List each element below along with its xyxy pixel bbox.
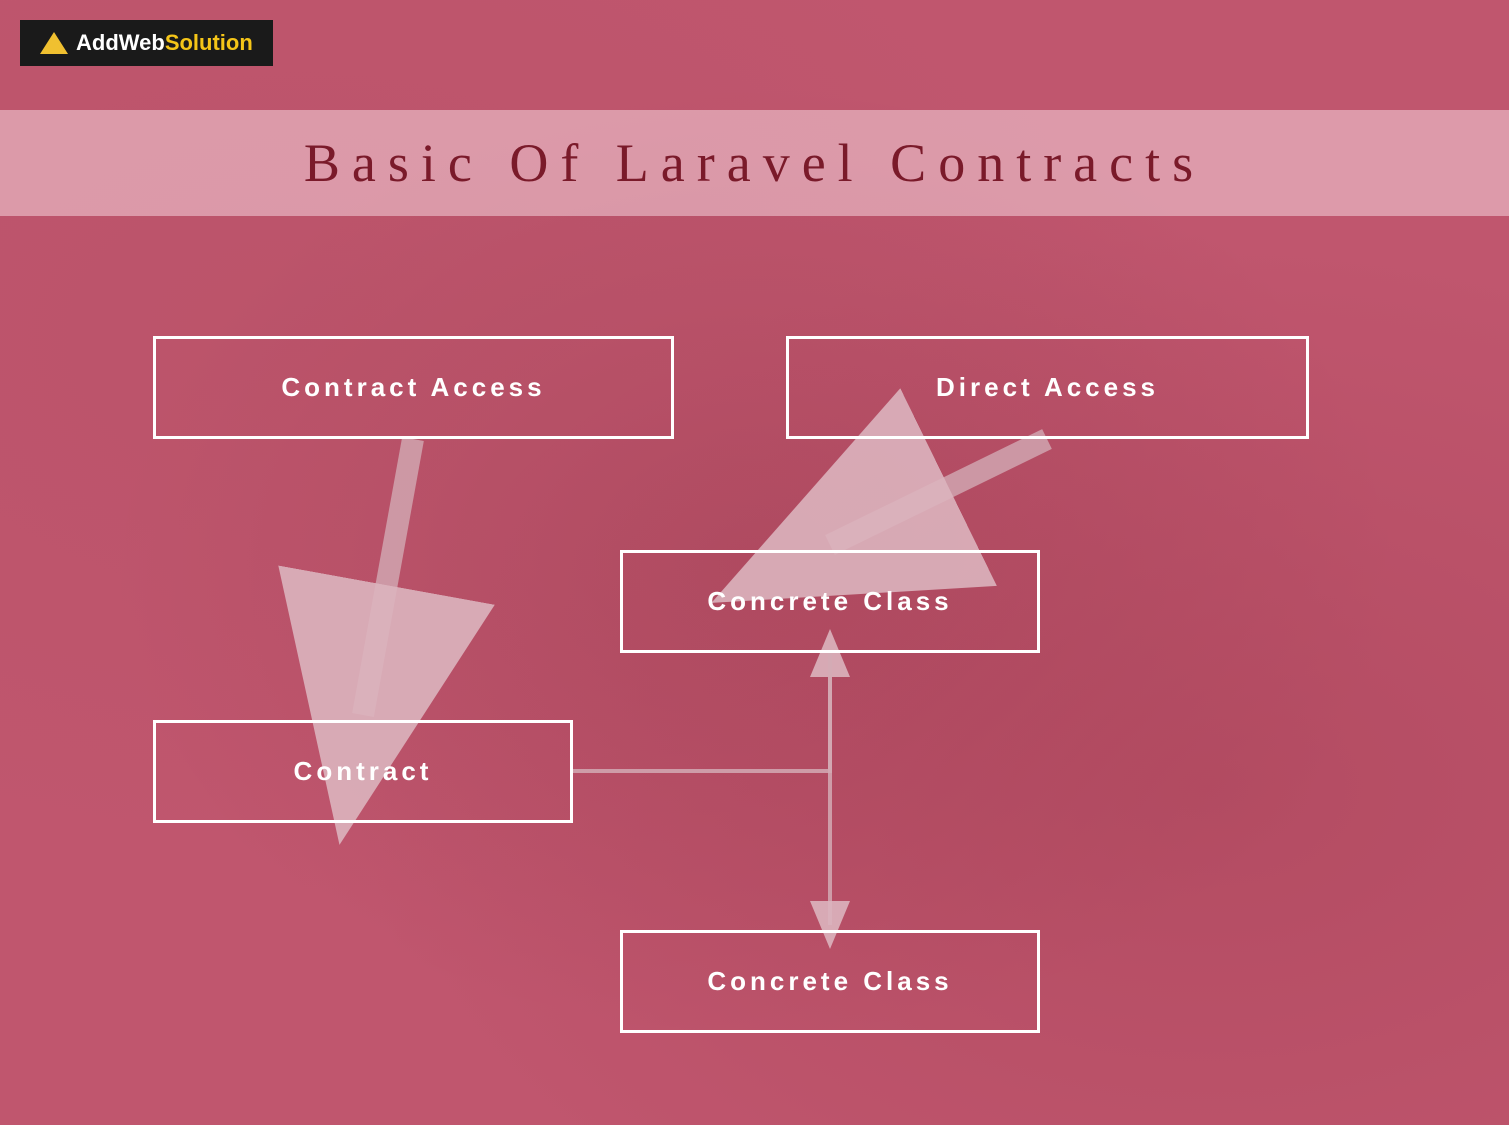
logo-highlight: Solution [165, 30, 253, 55]
logo-bar: AddWebSolution [20, 20, 273, 66]
contract-access-box: Contract Access [153, 336, 674, 439]
contract-box: Contract [153, 720, 573, 823]
concrete-class-bottom-label: Concrete Class [707, 966, 952, 997]
direct-access-box: Direct Access [786, 336, 1309, 439]
concrete-class-top-label: Concrete Class [707, 586, 952, 617]
concrete-class-top-box: Concrete Class [620, 550, 1040, 653]
concrete-class-bottom-box: Concrete Class [620, 930, 1040, 1033]
contract-access-label: Contract Access [281, 372, 545, 403]
contract-label: Contract [294, 756, 433, 787]
diagram-area: Contract Access Direct Access Concrete C… [0, 220, 1509, 1125]
page-title: Basic Of Laravel Contracts [0, 132, 1509, 194]
logo-icon [40, 32, 68, 54]
direct-access-label: Direct Access [936, 372, 1159, 403]
logo-text: AddWebSolution [76, 30, 253, 56]
title-banner: Basic Of Laravel Contracts [0, 110, 1509, 216]
